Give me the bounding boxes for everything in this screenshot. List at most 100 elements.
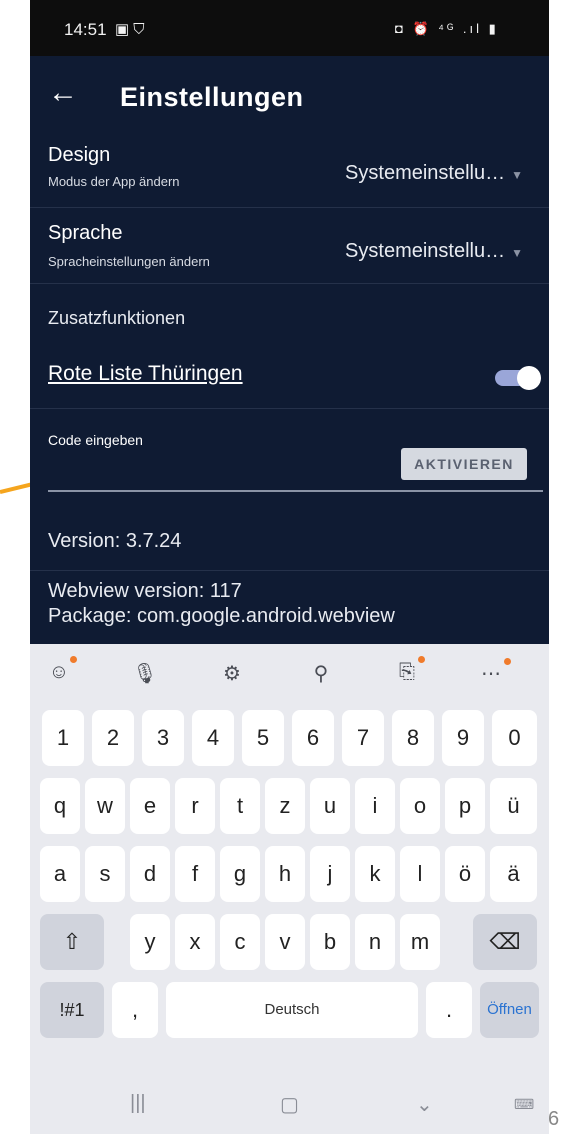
key-z[interactable]: z <box>265 778 305 834</box>
chevron-down-icon: ▼ <box>511 168 523 182</box>
notification-dot <box>504 658 511 665</box>
status-time: 14:51 <box>64 20 107 39</box>
status-left-icons: ▣⛉ <box>115 20 148 38</box>
key-x[interactable]: x <box>175 914 215 970</box>
emoji-icon[interactable]: ☺ <box>44 661 74 687</box>
notification-dot <box>70 656 77 663</box>
version-text: Version: 3.7.24 <box>48 530 182 552</box>
key-w[interactable]: w <box>85 778 125 834</box>
page-title: Einstellungen <box>120 82 304 112</box>
key-i[interactable]: i <box>355 778 395 834</box>
shift-icon: ⇧ <box>62 929 82 954</box>
key-9[interactable]: 9 <box>442 710 484 766</box>
key-1[interactable]: 1 <box>42 710 84 766</box>
key-h[interactable]: h <box>265 846 305 902</box>
key-v[interactable]: v <box>265 914 305 970</box>
code-field-label: Code eingeben <box>48 432 143 448</box>
extras-header: Zusatzfunktionen <box>48 308 186 328</box>
key-2[interactable]: 2 <box>92 710 134 766</box>
design-dropdown[interactable]: Systemeinstellu… ▼ <box>345 162 523 185</box>
key-4[interactable]: 4 <box>192 710 234 766</box>
language-sublabel: Spracheinstellungen ändern <box>48 254 210 269</box>
key-5[interactable]: 5 <box>242 710 284 766</box>
keyboard-toolbar: ☺ 🎙︎ ⚙ ⚲ ⎘ ⋯ <box>30 644 549 702</box>
key-3[interactable]: 3 <box>142 710 184 766</box>
status-right-icons: ◘ ⏰ ⁴ᴳ .ıl ▮ <box>395 21 499 36</box>
red-list-link[interactable]: Rote Liste Thüringen <box>48 362 243 386</box>
setting-row-design[interactable]: Design Modus der App ändern Systemeinste… <box>30 132 549 208</box>
gallery-icon: ▣ <box>115 21 134 38</box>
divider <box>30 408 549 409</box>
webview-version-text: Webview version: 117 <box>48 580 242 602</box>
settings-icon[interactable]: ⚙ <box>217 661 247 687</box>
app-bar: ← Einstellungen <box>30 56 549 136</box>
language-value: Systemeinstellu… <box>345 240 506 262</box>
key-p[interactable]: p <box>445 778 485 834</box>
key-o[interactable]: o <box>400 778 440 834</box>
key-m[interactable]: m <box>400 914 440 970</box>
back-chevron-icon[interactable]: ⌄ <box>416 1092 433 1117</box>
setting-row-language[interactable]: Sprache Spracheinstellungen ändern Syste… <box>30 208 549 284</box>
enter-key[interactable]: Öffnen <box>480 982 539 1038</box>
design-label: Design <box>48 144 111 166</box>
key-ae[interactable]: ä <box>490 846 537 902</box>
symbols-key[interactable]: !#1 <box>40 982 104 1038</box>
red-list-toggle[interactable] <box>495 366 541 390</box>
recent-apps-icon[interactable]: ||| <box>130 1092 146 1115</box>
more-icon[interactable]: ⋯ <box>476 661 506 687</box>
key-n[interactable]: n <box>355 914 395 970</box>
backspace-icon: ⌫ <box>489 929 521 954</box>
chevron-down-icon: ▼ <box>511 246 523 260</box>
code-input[interactable] <box>48 452 403 490</box>
key-0[interactable]: 0 <box>492 710 537 766</box>
shift-key[interactable]: ⇧ <box>40 914 104 970</box>
key-c[interactable]: c <box>220 914 260 970</box>
key-8[interactable]: 8 <box>392 710 434 766</box>
key-e[interactable]: e <box>130 778 170 834</box>
navigation-bar: ||| ▢ ⌄ ⌨ <box>30 1074 549 1134</box>
key-d[interactable]: d <box>130 846 170 902</box>
settings-screen: ← Einstellungen Design Modus der App änd… <box>30 56 549 644</box>
key-s[interactable]: s <box>85 846 125 902</box>
key-l[interactable]: l <box>400 846 440 902</box>
key-q[interactable]: q <box>40 778 80 834</box>
home-icon[interactable]: ▢ <box>280 1092 299 1117</box>
key-y[interactable]: y <box>130 914 170 970</box>
space-key[interactable]: Deutsch <box>166 982 418 1038</box>
screen: 14:51 ▣⛉ ◘ ⏰ ⁴ᴳ .ıl ▮ ← Einstellungen De… <box>0 0 573 1134</box>
comma-key[interactable]: , <box>112 982 158 1038</box>
status-bar: 14:51 ▣⛉ ◘ ⏰ ⁴ᴳ .ıl ▮ <box>30 0 549 56</box>
key-7[interactable]: 7 <box>342 710 384 766</box>
key-oe[interactable]: ö <box>445 846 485 902</box>
language-dropdown[interactable]: Systemeinstellu… ▼ <box>345 240 523 263</box>
arrow-left-icon[interactable]: ← <box>48 78 78 108</box>
design-sublabel: Modus der App ändern <box>48 174 180 189</box>
key-j[interactable]: j <box>310 846 350 902</box>
phone-screen: 14:51 ▣⛉ ◘ ⏰ ⁴ᴳ .ıl ▮ ← Einstellungen De… <box>30 0 549 1134</box>
clipboard-translate-icon[interactable]: ⎘ <box>392 661 422 687</box>
key-g[interactable]: g <box>220 846 260 902</box>
divider <box>30 570 549 571</box>
key-r[interactable]: r <box>175 778 215 834</box>
key-b[interactable]: b <box>310 914 350 970</box>
code-input-underline <box>48 490 543 492</box>
keyboard: ☺ 🎙︎ ⚙ ⚲ ⎘ ⋯ 1 2 3 4 5 6 7 8 9 0 q w e r… <box>30 644 549 1134</box>
period-key[interactable]: . <box>426 982 472 1038</box>
key-a[interactable]: a <box>40 846 80 902</box>
search-icon[interactable]: ⚲ <box>306 661 336 687</box>
package-text: Package: com.google.android.webview <box>48 605 395 627</box>
keyboard-switch-icon[interactable]: ⌨ <box>514 1096 534 1113</box>
microphone-icon[interactable]: 🎙︎ <box>130 661 160 687</box>
key-6[interactable]: 6 <box>292 710 334 766</box>
key-f[interactable]: f <box>175 846 215 902</box>
key-t[interactable]: t <box>220 778 260 834</box>
key-k[interactable]: k <box>355 846 395 902</box>
corner-number: 6 <box>548 1108 560 1130</box>
key-u[interactable]: u <box>310 778 350 834</box>
notification-dot <box>418 656 425 663</box>
design-value: Systemeinstellu… <box>345 162 506 184</box>
backspace-key[interactable]: ⌫ <box>473 914 537 970</box>
language-label: Sprache <box>48 222 123 244</box>
key-ue[interactable]: ü <box>490 778 537 834</box>
activate-button[interactable]: AKTIVIEREN <box>401 448 527 480</box>
